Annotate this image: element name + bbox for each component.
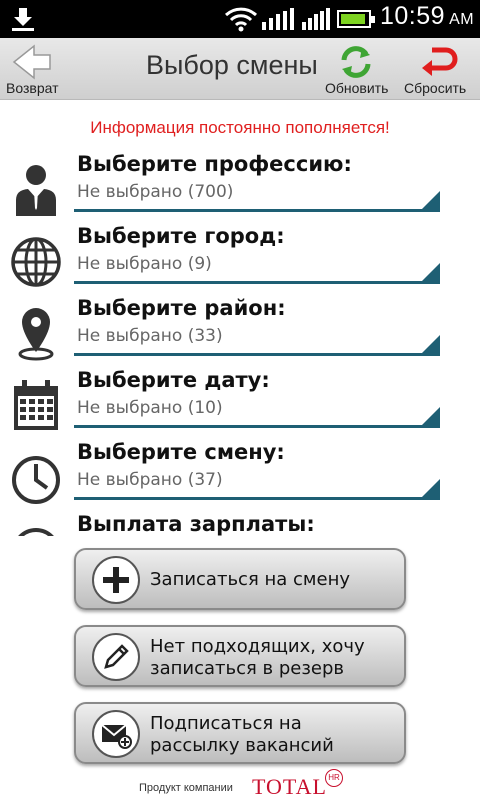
selector-value: Не выбрано (9) (77, 254, 212, 274)
battery-icon (337, 10, 375, 28)
calendar-icon (14, 380, 58, 430)
reserve-label: Нет подходящих, хочу записаться в резерв (150, 636, 365, 679)
selector-underline (74, 497, 440, 500)
selector-label: Выплата зарплаты: (77, 512, 315, 536)
payout-selector[interactable]: Выплата зарплаты: (0, 512, 480, 536)
undo-icon (422, 47, 458, 76)
profession-selector[interactable]: Выберите профессию: Не выбрано (700) (0, 152, 480, 224)
selector-label: Выберите город: (77, 224, 285, 248)
dropdown-corner-icon (420, 263, 440, 283)
selector-underline (74, 281, 440, 284)
refresh-label: Обновить (325, 80, 389, 96)
clock: 10:59 AM (380, 2, 475, 30)
footer: Продукт компании TOTAL HR (0, 769, 480, 800)
enroll-shift-button[interactable]: Записаться на смену (74, 548, 406, 610)
reserve-button[interactable]: Нет подходящих, хочу записаться в резерв (74, 625, 406, 687)
status-bar: 10:59 AM (0, 0, 480, 38)
selector-underline (74, 353, 440, 356)
pencil-icon (92, 633, 140, 681)
selector-underline (74, 425, 440, 428)
back-button[interactable]: Возврат (0, 38, 76, 100)
refresh-icon (341, 46, 371, 78)
shift-selector[interactable]: Выберите смену: Не выбрано (37) (0, 440, 480, 512)
dropdown-corner-icon (420, 479, 440, 499)
dropdown-corner-icon (420, 407, 440, 427)
brand-logo: TOTAL (252, 774, 327, 799)
page-title: Выбор смены (146, 50, 318, 80)
refresh-button[interactable]: Обновить (322, 38, 400, 100)
selector-value: Не выбрано (700) (77, 182, 234, 202)
person-icon (16, 165, 56, 216)
signal-icon (262, 8, 294, 30)
dropdown-corner-icon (420, 191, 440, 211)
selector-label: Выберите профессию: (77, 152, 352, 176)
wifi-icon (224, 7, 258, 32)
back-arrow-icon (12, 44, 51, 80)
plus-icon (92, 556, 140, 604)
selector-value: Не выбрано (33) (77, 326, 223, 346)
action-bar: Возврат Выбор смены Обновить Сбросить (0, 38, 480, 100)
download-icon (12, 8, 34, 31)
selector-label: Выберите район: (77, 296, 286, 320)
location-pin-icon (18, 308, 54, 361)
clock-icon (12, 456, 60, 504)
selector-value: Не выбрано (37) (77, 470, 223, 490)
hr-badge: HR (325, 769, 343, 787)
mail-plus-icon (92, 710, 140, 758)
product-text: Продукт компании (139, 782, 233, 794)
subscribe-label: Подписаться на рассылку вакансий (150, 713, 334, 756)
selector-underline (74, 209, 440, 212)
date-selector[interactable]: Выберите дату: Не выбрано (10) (0, 368, 480, 440)
selector-label: Выберите дату: (77, 368, 270, 392)
payout-selector-clip: Выплата зарплаты: (0, 512, 480, 536)
city-selector[interactable]: Выберите город: Не выбрано (9) (0, 224, 480, 296)
district-selector[interactable]: Выберите район: Не выбрано (33) (0, 296, 480, 368)
enroll-shift-label: Записаться на смену (150, 569, 350, 590)
subscribe-button[interactable]: Подписаться на рассылку вакансий (74, 702, 406, 764)
reset-button[interactable]: Сбросить (402, 38, 480, 100)
back-label: Возврат (6, 80, 59, 96)
selector-value: Не выбрано (10) (77, 398, 223, 418)
signal-icon-2 (302, 8, 330, 30)
reset-label: Сбросить (404, 80, 467, 96)
globe-icon (11, 237, 61, 287)
dropdown-corner-icon (420, 335, 440, 355)
selector-label: Выберите смену: (77, 440, 285, 464)
clock-icon (18, 528, 54, 536)
info-message: Информация постоянно пополняется! (90, 118, 390, 137)
